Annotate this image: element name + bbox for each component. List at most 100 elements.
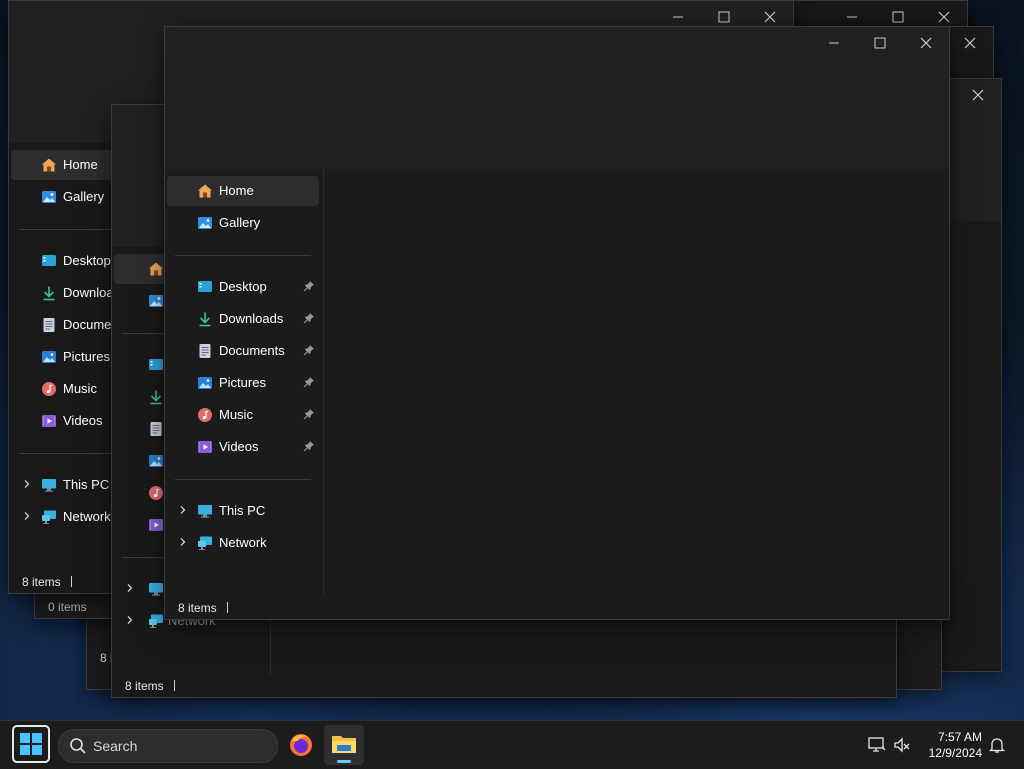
close-icon (964, 37, 976, 49)
status-bar: 8 items (112, 675, 896, 697)
speaker-muted-icon[interactable] (893, 736, 911, 754)
desktop-icon (148, 357, 164, 373)
maximize-button[interactable] (857, 27, 903, 59)
nav-item-label: Desktop (219, 279, 267, 294)
nav-divider (175, 255, 311, 256)
chevron-right-icon[interactable] (178, 537, 188, 547)
nav-item-gallery[interactable]: Gallery (167, 208, 319, 238)
nav-item-label: Home (63, 157, 98, 172)
firefox-icon (290, 734, 312, 756)
chevron-right-icon[interactable] (178, 505, 188, 515)
document-icon (41, 317, 57, 333)
clock-time: 7:57 AM (937, 730, 982, 744)
display-icon[interactable] (868, 736, 886, 754)
pictures-icon (197, 375, 213, 391)
chevron-right-icon[interactable] (125, 615, 135, 625)
pin-icon[interactable] (303, 440, 315, 452)
network-icon (41, 509, 57, 525)
computer-icon (197, 503, 213, 519)
nav-item-label: Downloa (63, 285, 114, 300)
search-icon (70, 738, 86, 754)
pin-icon[interactable] (303, 408, 315, 420)
start-icon (20, 733, 42, 755)
notification-bell-icon[interactable] (988, 736, 1006, 754)
download-icon (41, 285, 57, 301)
music-icon (148, 485, 164, 501)
pin-icon[interactable] (303, 344, 315, 356)
taskbar-firefox[interactable] (281, 725, 321, 765)
pictures-icon (148, 453, 164, 469)
close-icon (764, 11, 776, 23)
nav-item-label: This PC (219, 503, 266, 518)
pictures-icon (41, 349, 57, 365)
status-divider (227, 602, 228, 613)
nav-item-label: Desktop (63, 253, 111, 268)
maximize-icon (874, 37, 886, 49)
desktop-icon (41, 253, 57, 269)
pin-icon[interactable] (303, 280, 315, 292)
minimize-icon (829, 42, 839, 44)
nav-item-label: Downloads (219, 311, 284, 326)
navigation-pane: Home Gallery Desktop Downloads Documents… (165, 169, 324, 597)
download-icon (148, 389, 164, 405)
start-button[interactable] (12, 725, 50, 763)
videos-icon (41, 413, 57, 429)
close-button[interactable] (947, 27, 993, 59)
videos-icon (148, 517, 164, 533)
nav-item-label: Pictures (219, 375, 266, 390)
nav-item-this-pc[interactable]: This PC (167, 496, 319, 526)
caption-buttons (811, 27, 949, 59)
nav-item-label: Network (63, 509, 111, 524)
nav-item-desktop[interactable]: Desktop (167, 272, 319, 302)
music-icon (197, 407, 213, 423)
desktop-icon (197, 279, 213, 295)
nav-item-documents[interactable]: Documents (167, 336, 319, 366)
nav-item-label: Home (219, 183, 254, 198)
network-icon (197, 535, 213, 551)
nav-item-label: This PC (63, 477, 110, 492)
item-count: 8 items (125, 679, 164, 693)
explorer-window-front: Home Gallery Desktop Downloads Documents… (164, 26, 950, 620)
music-icon (41, 381, 57, 397)
gallery-icon (41, 189, 57, 205)
chevron-right-icon[interactable] (22, 511, 32, 521)
gallery-icon (197, 215, 213, 231)
close-button[interactable] (955, 79, 1001, 111)
status-divider (174, 680, 175, 691)
nav-divider (175, 479, 311, 480)
nav-item-label: Gallery (63, 189, 105, 204)
document-icon (148, 421, 164, 437)
nav-item-label: Network (219, 535, 267, 550)
maximize-icon (718, 11, 730, 23)
close-icon (920, 37, 932, 49)
chevron-right-icon[interactable] (125, 583, 135, 593)
caption-buttons (947, 27, 993, 59)
close-icon (972, 89, 984, 101)
nav-item-music[interactable]: Music (167, 400, 319, 430)
nav-item-label: Music (219, 407, 253, 422)
minimize-button[interactable] (811, 27, 857, 59)
system-clock[interactable]: 7:57 AM 12/9/2024 (929, 729, 982, 761)
pin-icon[interactable] (303, 376, 315, 388)
home-icon (41, 157, 57, 173)
pin-icon[interactable] (303, 312, 315, 324)
taskbar-file-explorer[interactable] (324, 725, 364, 765)
videos-icon (197, 439, 213, 455)
nav-item-label: Documents (219, 343, 285, 358)
nav-item-label: Music (63, 381, 97, 396)
taskbar-search[interactable]: Search (58, 729, 278, 763)
nav-item-videos[interactable]: Videos (167, 432, 319, 462)
minimize-icon (847, 16, 857, 18)
home-icon (197, 183, 213, 199)
search-label: Search (93, 738, 138, 754)
status-divider (71, 576, 72, 587)
nav-item-network[interactable]: Network (167, 528, 319, 558)
chevron-right-icon[interactable] (22, 479, 32, 489)
close-button[interactable] (903, 27, 949, 59)
nav-item-home[interactable]: Home (167, 176, 319, 206)
nav-item-label: Videos (63, 413, 103, 428)
gallery-icon (148, 293, 164, 309)
nav-item-pictures[interactable]: Pictures (167, 368, 319, 398)
nav-item-downloads[interactable]: Downloads (167, 304, 319, 334)
nav-item-label: Videos (219, 439, 259, 454)
